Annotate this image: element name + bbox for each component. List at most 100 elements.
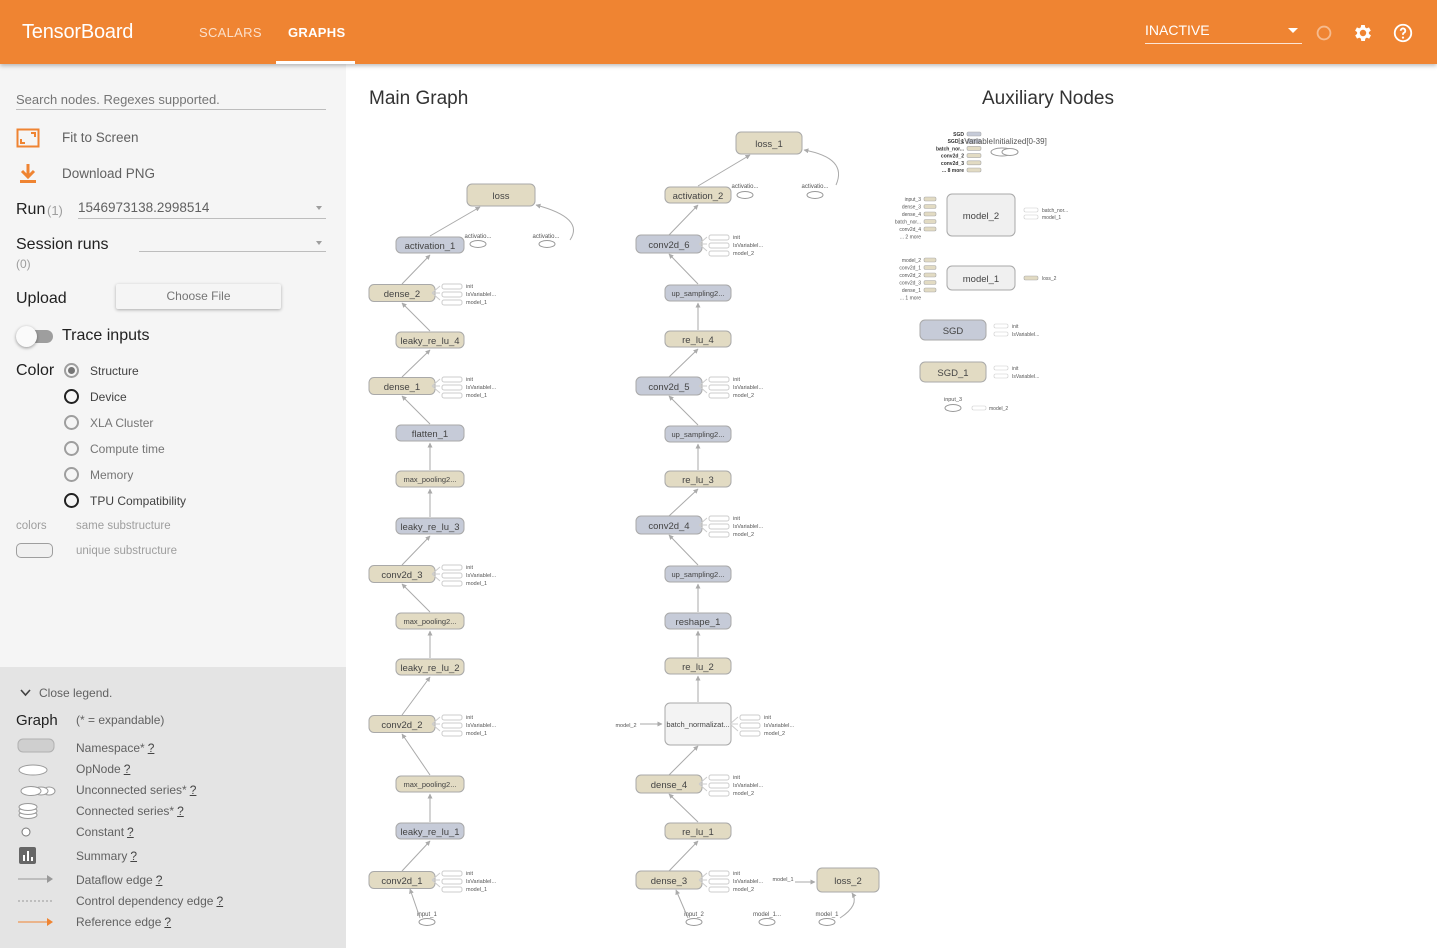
graph-node-max_pooling2[interactable]: max_pooling2... [395, 470, 465, 488]
graph-canvas[interactable]: loss activation_1 dense_2init IsVariableI..… [346, 64, 1437, 948]
graph-node-leaky_re_lu_2[interactable]: leaky_re_lu_2 [395, 658, 465, 676]
help-icon[interactable] [1392, 22, 1414, 44]
small-label: activatio... [731, 184, 758, 190]
trace-inputs-toggle[interactable]: Trace inputs [16, 326, 256, 347]
node-label: model_1 [963, 274, 999, 285]
help-link[interactable]: ? [124, 762, 131, 776]
help-link[interactable]: ? [156, 873, 163, 887]
help-link[interactable]: ? [177, 804, 184, 818]
graph-node-re_lu_4[interactable]: re_lu_4 [664, 330, 732, 348]
help-link[interactable]: ? [190, 783, 197, 797]
graph-node-flatten_1[interactable]: flatten_1 [395, 424, 465, 442]
aux-input-label: dense_4 [902, 212, 921, 218]
run-select[interactable]: 1546973138.2998514 [78, 199, 326, 219]
series-label: init [733, 775, 741, 781]
namespace-legend-icon [17, 738, 55, 753]
aux-input-label: conv2d_4 [899, 227, 921, 233]
graph-node-conv2d_4[interactable]: conv2d_4 [635, 515, 703, 535]
close-legend-button[interactable]: Close legend. [20, 686, 140, 702]
graph-node-up_sampling2[interactable]: up_sampling2... [664, 565, 732, 583]
graph-node-re_lu_1[interactable]: re_lu_1 [664, 822, 732, 840]
graph-node-max_pooling2[interactable]: max_pooling2... [395, 775, 465, 793]
help-link[interactable]: ? [216, 894, 223, 908]
graph-node-up_sampling2[interactable]: up_sampling2... [664, 425, 732, 443]
color-label: Color [16, 362, 55, 379]
graph-node-max_pooling2[interactable]: max_pooling2... [395, 612, 465, 630]
tab-graphs[interactable]: GRAPHS [288, 25, 345, 40]
session-runs-select[interactable] [139, 234, 326, 252]
aux-series-stub [1023, 275, 1039, 281]
dataflow-edge [668, 793, 699, 823]
graph-node-up_sampling2[interactable]: up_sampling2... [664, 284, 732, 302]
tab-scalars[interactable]: SCALARS [199, 25, 262, 40]
graph-node-conv2d_3[interactable]: conv2d_3 [368, 565, 436, 583]
node-label: conv2d_5 [648, 382, 689, 393]
graph-node-activation_1[interactable]: activation_1 [395, 236, 465, 254]
graph-node-re_lu_2[interactable]: re_lu_2 [664, 657, 732, 675]
opnode-ellipse [1001, 148, 1019, 156]
download-png-button[interactable]: Download PNG [16, 163, 266, 185]
series-label: model_1 [466, 393, 487, 399]
aux-series-stub [923, 287, 937, 293]
choose-file-button[interactable]: Choose File [116, 284, 281, 309]
aux-node-model_1[interactable]: model_1 [946, 265, 1016, 291]
help-link[interactable]: ? [164, 915, 171, 929]
aux-series-stub [923, 204, 937, 209]
color-option-label: Device [90, 390, 127, 404]
color-option-tpu-compatibility[interactable]: TPU Compatibility [64, 493, 264, 511]
graph-node-conv2d_6[interactable]: conv2d_6 [635, 234, 703, 254]
series-label: IsVariableI... [764, 723, 795, 729]
aux-output-label: loss_2 [1042, 276, 1057, 282]
graph-node-dense_1[interactable]: dense_1 [368, 377, 436, 395]
graph-node-leaky_re_lu_4[interactable]: leaky_re_lu_4 [395, 331, 465, 349]
graph-node-dense_4[interactable]: dense_4 [635, 774, 703, 794]
series-stub [739, 714, 761, 721]
help-link[interactable]: ? [130, 849, 137, 863]
aux-node-sgd_1[interactable]: SGD_1 [919, 361, 987, 383]
color-option-memory[interactable]: Memory [64, 467, 264, 485]
aux-series-stub [1023, 214, 1039, 220]
refresh-icon[interactable] [1313, 22, 1335, 44]
legend-reference-edge: Reference edge? [76, 915, 171, 929]
help-link[interactable]: ? [127, 825, 134, 839]
graph-node-loss_2[interactable]: loss_2 [816, 867, 880, 893]
graph-node-activation_2[interactable]: activation_2 [664, 186, 732, 204]
node-label: batch_normalizat... [666, 720, 729, 729]
plugin-selector[interactable]: INACTIVE [1145, 22, 1302, 44]
graph-node-leaky_re_lu_3[interactable]: leaky_re_lu_3 [395, 517, 465, 535]
series-stub [441, 299, 463, 306]
dataflow-edge [697, 154, 751, 187]
color-option-device[interactable]: Device [64, 389, 264, 407]
aux-output-label: batch_nor... [1042, 208, 1068, 214]
search-nodes-input[interactable] [16, 90, 326, 110]
help-link[interactable]: ? [148, 741, 155, 755]
graph-node-batch_normalizat[interactable]: batch_normalizat... [664, 702, 732, 746]
color-option-structure[interactable]: Structure [64, 363, 264, 381]
aux-input-label: conv2d_1 [899, 266, 921, 272]
dataflow-edge [401, 583, 431, 613]
color-option-compute-time[interactable]: Compute time [64, 441, 264, 459]
graph-node-loss[interactable]: loss [466, 183, 536, 207]
graph-node-reshape_1[interactable]: reshape_1 [664, 612, 732, 630]
radio [64, 467, 79, 482]
graph-node-leaky_re_lu_1[interactable]: leaky_re_lu_1 [395, 822, 465, 840]
unique-substructure-label: unique substructure [76, 545, 178, 557]
aux-series-stub [966, 146, 982, 151]
graph-node-re_lu_3[interactable]: re_lu_3 [664, 470, 732, 488]
aux-node-sgd[interactable]: SGD [919, 319, 987, 341]
graph-node-dense_3[interactable]: dense_3 [635, 870, 703, 890]
graph-node-conv2d_2[interactable]: conv2d_2 [368, 715, 436, 733]
small-label: input_1 [417, 912, 437, 918]
graph-node-dense_2[interactable]: dense_2 [368, 284, 436, 302]
run-label: Run [16, 201, 46, 218]
settings-icon[interactable] [1352, 22, 1374, 44]
graph-node-loss_1[interactable]: loss_1 [735, 131, 803, 155]
aux-node-model_2[interactable]: model_2 [946, 193, 1016, 237]
color-option-xla-cluster[interactable]: XLA Cluster [64, 415, 264, 433]
fit-to-screen-button[interactable]: Fit to Screen [16, 128, 266, 148]
graph-node-conv2d_1[interactable]: conv2d_1 [368, 871, 436, 889]
series-stub [441, 564, 463, 571]
graph-node-conv2d_5[interactable]: conv2d_5 [635, 376, 703, 396]
small-label: model_1... [753, 912, 781, 918]
dataflow-edge [668, 745, 699, 776]
